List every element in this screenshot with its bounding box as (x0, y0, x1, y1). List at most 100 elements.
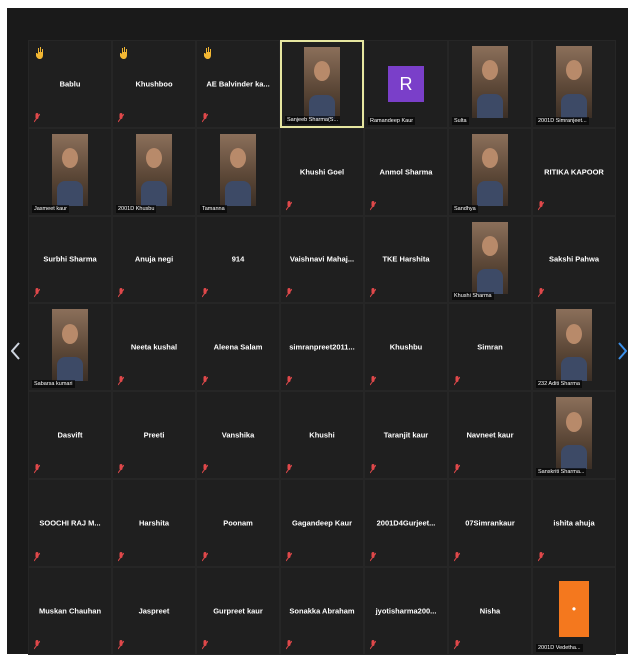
participant-tile[interactable]: Jaspreet (112, 566, 196, 655)
participant-name: Anuja negi (134, 254, 174, 264)
muted-mic-icon (118, 639, 124, 649)
participant-tile[interactable]: Gagandeep Kaur (280, 478, 364, 567)
participant-tile[interactable]: Navneet kaur (448, 391, 532, 479)
chevron-right-icon[interactable] (618, 342, 627, 360)
participant-tile[interactable]: AE Balvinder ka... (196, 40, 280, 128)
participant-tile[interactable]: 2001D4Gurjeet... (364, 478, 448, 567)
participant-name-label: Tamanna (200, 204, 227, 213)
face-shape (566, 411, 582, 432)
participant-name: Dasvift (57, 430, 83, 440)
participant-video (52, 309, 88, 382)
participant-tile[interactable]: ishita ahuja (532, 478, 616, 567)
participant-name: Vanshika (221, 430, 255, 440)
participant-tile[interactable]: Taranjit kaur (364, 391, 448, 479)
face-shape (62, 148, 78, 169)
muted-mic-icon (34, 551, 40, 562)
participant-tile[interactable]: Poonam (196, 478, 280, 567)
participant-tile[interactable]: 914 (196, 215, 280, 304)
participant-tile[interactable]: Muskan Chauhan (28, 566, 112, 655)
muted-mic-icon (538, 200, 544, 210)
chevron-left-icon[interactable] (11, 342, 20, 360)
participant-tile[interactable]: 2001D Simranjeet... (532, 40, 616, 128)
participant-name-label: 2001D Khusbu (116, 204, 157, 213)
participant-tile[interactable]: Sulta (448, 40, 532, 128)
participant-name-label: 2001D Vedetha... (536, 643, 583, 652)
muted-mic-icon (202, 288, 208, 298)
participant-name: Muskan Chauhan (38, 606, 102, 616)
participant-tile[interactable]: Harshita (112, 478, 196, 567)
face-shape (566, 60, 582, 81)
participant-tile[interactable]: jyotisharma200... (364, 566, 448, 655)
participant-tile[interactable]: Sandhya (448, 127, 532, 216)
participant-tile[interactable]: 07Simrankaur (448, 478, 532, 567)
participant-tile[interactable]: Sabarsa kumari (28, 303, 112, 392)
participant-tile[interactable]: Preeti (112, 391, 196, 479)
participant-name: Vaishnavi Mahaj... (289, 254, 355, 264)
participant-tile[interactable]: R Ramandeep Kaur (364, 40, 448, 128)
participant-tile[interactable]: simranpreet2011... (280, 303, 364, 392)
muted-mic-icon (202, 376, 208, 386)
participant-tile[interactable]: RITIKA KAPOOR (532, 127, 616, 216)
participant-tile[interactable]: Tamanna (196, 127, 280, 216)
participant-tile[interactable]: Gurpreet kaur (196, 566, 280, 655)
body-shape (477, 181, 503, 206)
participant-tile[interactable]: Sakshi Pahwa (532, 215, 616, 304)
participant-tile[interactable]: 232 Aditi Sharma (532, 303, 616, 392)
body-shape (57, 356, 83, 382)
participant-video (220, 133, 256, 206)
participant-tile[interactable]: Vaishnavi Mahaj... (280, 215, 364, 304)
participant-tile[interactable]: 2001D Khusbu (112, 127, 196, 216)
participant-video (556, 46, 592, 118)
participant-video (472, 133, 508, 206)
participant-tile[interactable]: Sanskriti Sharma... (532, 391, 616, 479)
muted-mic-icon (202, 463, 208, 474)
participant-name: Navneet kaur (466, 430, 514, 440)
participant-tile[interactable]: Khushbu (364, 303, 448, 392)
body-shape (477, 93, 503, 118)
participant-name-label: 232 Aditi Sharma (536, 380, 582, 389)
participant-tile[interactable]: Anmol Sharma (364, 127, 448, 216)
muted-mic-icon (370, 551, 376, 562)
participant-tile[interactable]: Simran (448, 303, 532, 392)
participant-name: RITIKA KAPOOR (544, 167, 604, 177)
muted-mic-icon (118, 288, 124, 298)
participant-name-label: 2001D Simranjeet... (536, 116, 589, 125)
participant-tile[interactable]: Bablu (28, 40, 112, 128)
participant-tile[interactable]: Jasmeet kaur (28, 127, 112, 216)
muted-mic-icon (34, 463, 40, 474)
participant-tile[interactable]: Khushi Sharma (448, 215, 532, 304)
participant-tile[interactable]: Khushboo (112, 40, 196, 128)
face-shape (566, 323, 582, 344)
participant-name: Bablu (59, 79, 81, 89)
participant-tile[interactable]: Nisha (448, 566, 532, 655)
muted-mic-icon (454, 551, 460, 562)
participant-tile[interactable]: Aleena Salam (196, 303, 280, 392)
participant-avatar: R (388, 65, 424, 102)
participant-tile[interactable]: Neeta kushal (112, 303, 196, 392)
muted-mic-icon (286, 551, 292, 562)
face-shape (146, 148, 162, 169)
face-shape (230, 148, 246, 169)
participant-tile[interactable]: Dasvift (28, 391, 112, 479)
muted-mic-icon (118, 463, 124, 474)
muted-mic-icon (370, 376, 376, 386)
participant-video (304, 47, 340, 119)
participant-video (556, 397, 592, 470)
participant-tile[interactable]: Surbhi Sharma (28, 215, 112, 304)
participant-tile[interactable]: Vanshika (196, 391, 280, 479)
participant-tile[interactable]: Khushi (280, 391, 364, 479)
participant-video (136, 133, 172, 206)
participant-tile[interactable]: Sanjeeb Sharma(S... (280, 40, 364, 128)
participant-name: Gagandeep Kaur (291, 518, 352, 528)
participant-video (556, 309, 592, 382)
participant-tile[interactable]: SOOCHI RAJ M... (28, 478, 112, 567)
participant-tile[interactable]: TKE Harshita (364, 215, 448, 304)
participant-tile[interactable]: Sonakka Abraham (280, 566, 364, 655)
participant-name-label: Jasmeet kaur (32, 204, 70, 213)
muted-mic-icon (202, 639, 208, 649)
participant-tile[interactable]: • 2001D Vedetha... (532, 566, 616, 655)
body-shape (141, 181, 167, 206)
participant-tile[interactable]: Anuja negi (112, 215, 196, 304)
muted-mic-icon (202, 551, 208, 562)
participant-tile[interactable]: Khushi Goel (280, 127, 364, 216)
